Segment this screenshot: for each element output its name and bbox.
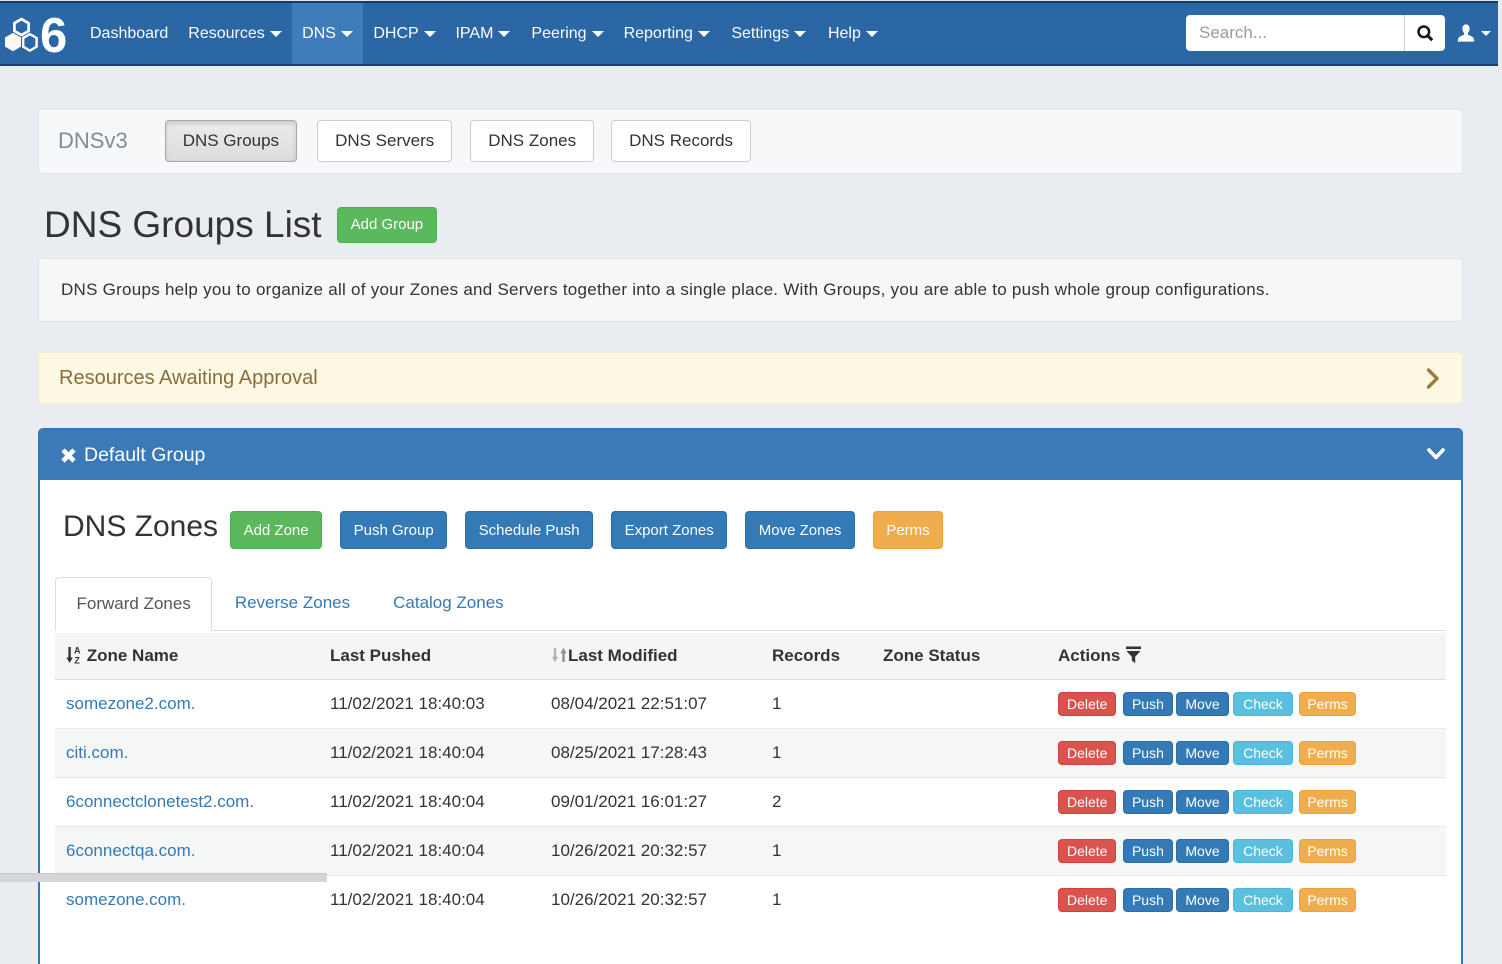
svg-text:A: A bbox=[74, 646, 81, 656]
svg-text:6: 6 bbox=[40, 15, 67, 53]
svg-text:Z: Z bbox=[74, 656, 80, 665]
